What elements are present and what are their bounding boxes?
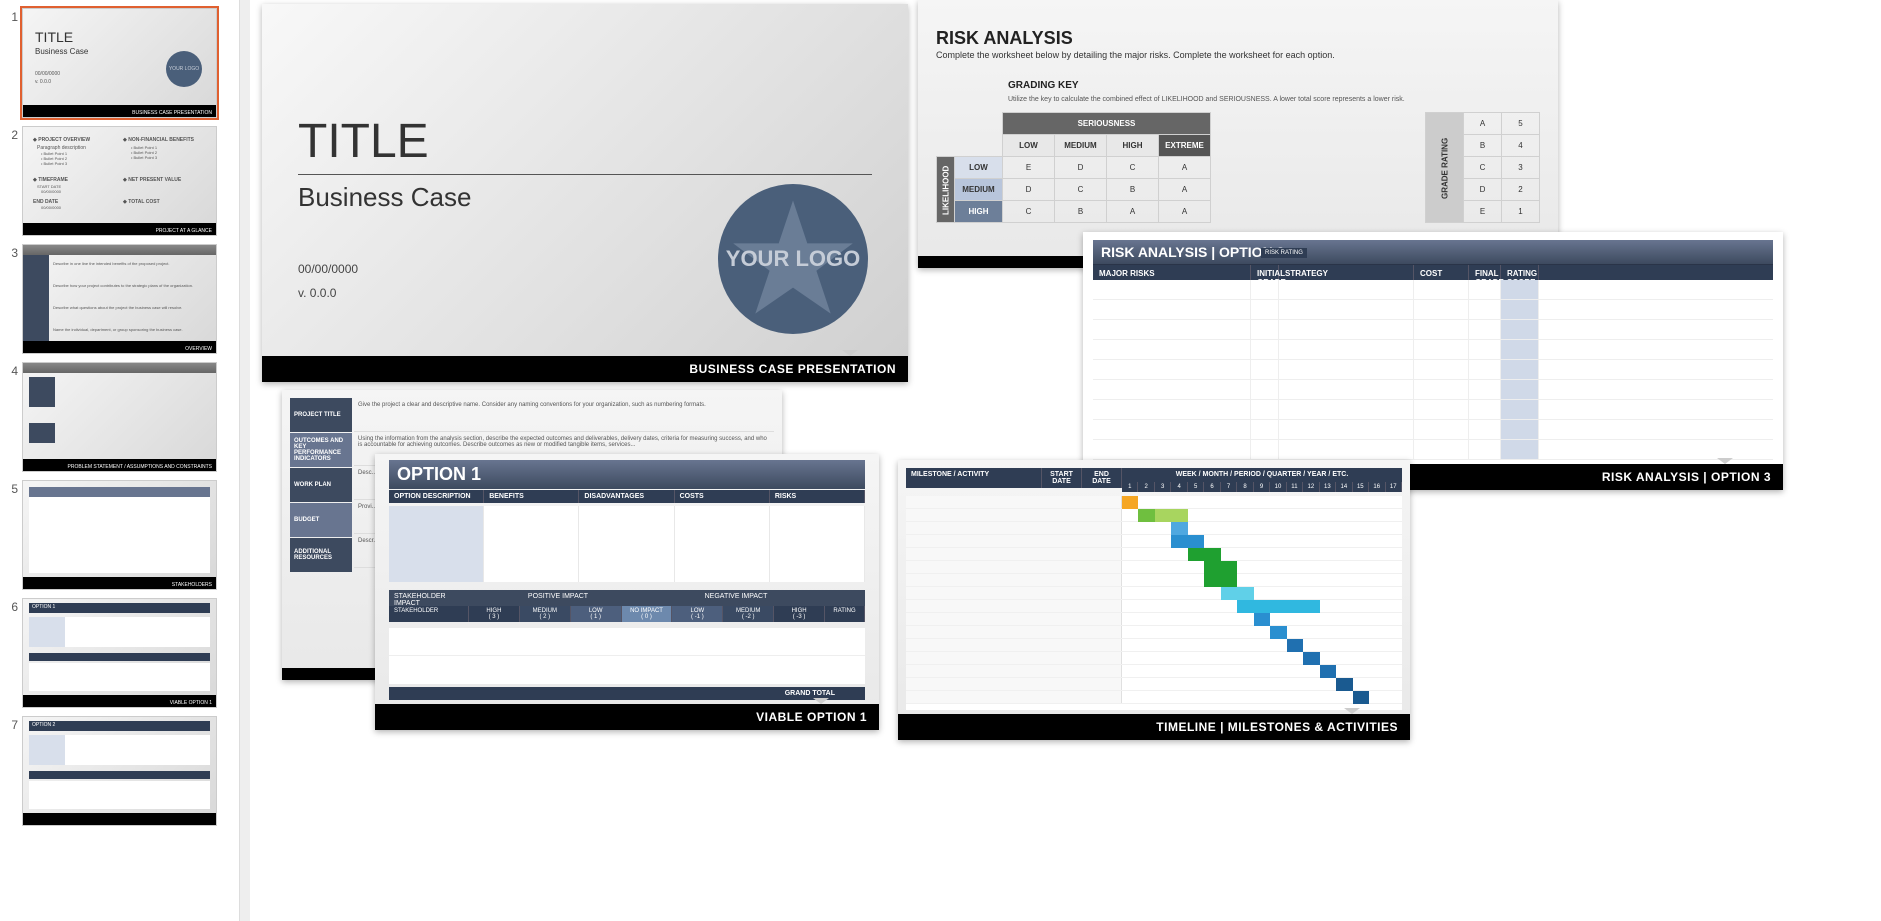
slide-thumbnail-5[interactable]: STAKEHOLDERS	[22, 480, 217, 590]
risk3-header-bar: RISK ANALYSIS | OPTION 3 MAJOR RISKSINIT…	[1093, 240, 1773, 276]
slide-footer: VIABLE OPTION 1	[375, 704, 879, 730]
option1-columns: OPTION DESCRIPTIONBENEFITSDISADVANTAGESC…	[389, 490, 865, 503]
impact-scale-row: STAKEHOLDERHIGH( 3 )MEDIUM( 2 )LOW( 1 )N…	[389, 606, 865, 622]
slide-thumbnail-7[interactable]: OPTION 2	[22, 716, 217, 826]
date-field: 00/00/0000	[298, 262, 358, 276]
slide-risk-option3[interactable]: RISK ANALYSIS | OPTION 3 MAJOR RISKSINIT…	[1083, 232, 1783, 490]
risk-matrix: SERIOUSNESSLOWMEDIUMHIGHEXTREMELIKELIHOO…	[936, 112, 1211, 223]
slide-thumbnail-6[interactable]: OPTION 1 VIABLE OPTION 1	[22, 598, 217, 708]
gantt-grid	[906, 496, 1402, 710]
scroll-indicator	[240, 0, 250, 921]
slide-option1[interactable]: OPTION 1 OPTION DESCRIPTIONBENEFITSDISAD…	[375, 454, 879, 730]
logo-placeholder: YOUR LOGO	[718, 184, 868, 334]
grading-key-title: GRADING KEY	[1008, 80, 1079, 91]
project-side-labels: PROJECT TITLEOUTCOMES AND KEY PERFORMANC…	[290, 398, 352, 650]
logo-text: YOUR LOGO	[718, 184, 868, 334]
slide-thumbnails-panel: 1TITLEBusiness Case00/00/0000v. 0.0.0YOU…	[0, 0, 240, 921]
grading-key-sub: Utilize the key to calculate the combine…	[1008, 96, 1405, 103]
risk-title: RISK ANALYSIS	[936, 28, 1073, 49]
slide-thumbnail-3[interactable]: Describe in one line the intended benefi…	[22, 244, 217, 354]
slide-thumbnail-2[interactable]: ◆ PROJECT OVERVIEW Paragraph description…	[22, 126, 217, 236]
stakeholder-grid	[389, 628, 865, 684]
main-title: TITLE	[298, 114, 429, 169]
slide-footer: TIMELINE | MILESTONES & ACTIVITIES	[898, 714, 1410, 740]
version-field: v. 0.0.0	[298, 286, 336, 300]
slide-thumbnail-4[interactable]: PROBLEM STATEMENT / ASSUMPTIONS AND CONS…	[22, 362, 217, 472]
slide-timeline[interactable]: MILESTONE / ACTIVITY START DATE END DATE…	[898, 460, 1410, 740]
slide-title[interactable]: TITLE Business Case 00/00/0000 v. 0.0.0 …	[262, 4, 908, 382]
slide-risk-analysis[interactable]: RISK ANALYSIS Complete the worksheet bel…	[918, 0, 1558, 268]
grand-total: GRAND TOTAL	[389, 687, 865, 700]
option1-body	[389, 506, 865, 582]
slide-thumbnail-1[interactable]: TITLEBusiness Case00/00/0000v. 0.0.0YOUR…	[22, 8, 217, 118]
divider	[298, 174, 872, 175]
risk3-grid	[1093, 280, 1773, 460]
grade-table: GRADE RATINGA5B4C3D2E1	[1425, 112, 1540, 223]
main-subtitle: Business Case	[298, 182, 471, 213]
risk-subtitle: Complete the worksheet below by detailin…	[936, 50, 1335, 60]
gantt-period-numbers: 1234567891011121314151617	[1122, 482, 1402, 492]
canvas-area: TITLE Business Case 00/00/0000 v. 0.0.0 …	[240, 0, 1881, 921]
slide-footer: BUSINESS CASE PRESENTATION	[262, 356, 908, 382]
option1-title: OPTION 1	[389, 460, 865, 489]
